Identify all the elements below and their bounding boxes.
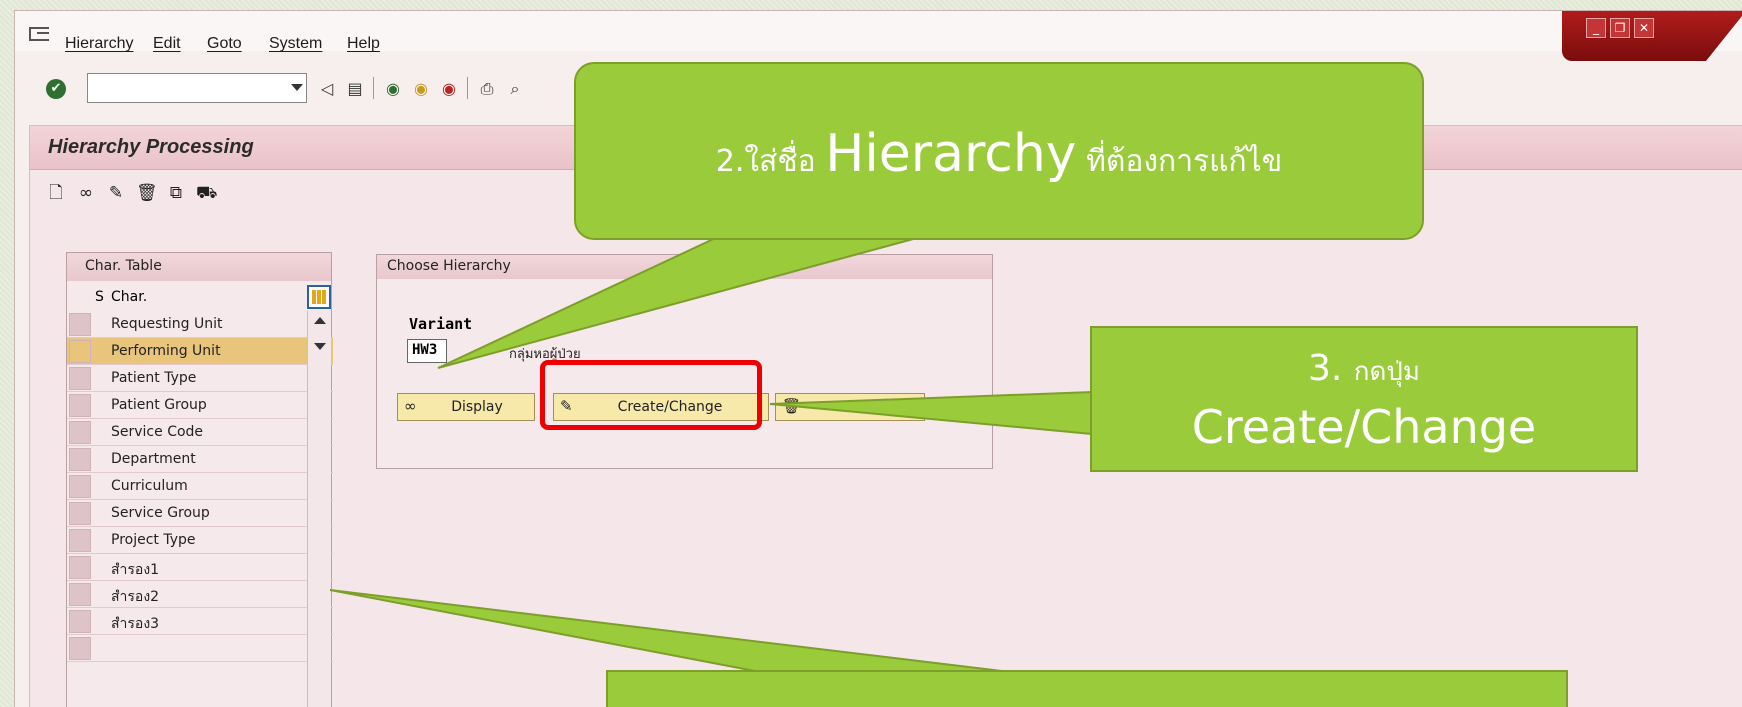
row-selector[interactable] xyxy=(69,529,91,552)
table-row[interactable]: Curriculum xyxy=(67,473,333,500)
callout-2-big: Hierarchy xyxy=(825,124,1077,184)
callout-3-line1: 3. กดปุ่ม xyxy=(1092,348,1636,392)
row-label: Department xyxy=(111,451,196,467)
menu-hierarchy[interactable]: Hierarchy xyxy=(65,35,133,53)
callout-2-post: ที่ต้องการแก้ไข xyxy=(1076,144,1283,179)
row-label: Patient Group xyxy=(111,397,207,413)
row-selector[interactable] xyxy=(69,313,91,336)
menu-bar: Hierarchy Edit Goto System Help _ ❐ ✕ xyxy=(15,11,1742,61)
window-controls: _ ❐ ✕ xyxy=(1562,11,1742,61)
transport-icon[interactable]: ⛟ xyxy=(196,182,217,204)
scroll-up-icon[interactable] xyxy=(314,317,326,324)
callout-2-pre: ใส่ชื่อ xyxy=(744,144,826,179)
exit-icon[interactable]: ◉ xyxy=(411,79,431,99)
command-field[interactable] xyxy=(87,73,307,103)
page-title: Hierarchy Processing xyxy=(48,136,254,158)
row-selector[interactable] xyxy=(69,502,91,525)
table-row[interactable]: Patient Type xyxy=(67,365,333,392)
back-arrow-icon[interactable]: ◁ xyxy=(317,79,337,99)
row-label: Performing Unit xyxy=(111,343,221,359)
back-icon[interactable]: ◉ xyxy=(383,79,403,99)
char-table-title: Char. Table xyxy=(67,253,331,281)
table-row[interactable]: Department xyxy=(67,446,333,473)
display-icon[interactable]: ∞ xyxy=(76,182,96,204)
row-label: Curriculum xyxy=(111,478,188,494)
row-selector[interactable] xyxy=(69,421,91,444)
toolbar-separator xyxy=(373,77,374,99)
menu-edit[interactable]: Edit xyxy=(153,35,181,53)
row-label: Service Code xyxy=(111,424,204,440)
variant-input[interactable]: HW3 xyxy=(407,339,447,363)
column-settings-icon[interactable] xyxy=(307,285,331,309)
cancel-icon[interactable]: ◉ xyxy=(439,79,459,99)
pencil-icon[interactable]: ✎ xyxy=(106,182,126,204)
row-label: สำรอง2 xyxy=(111,589,160,605)
new-icon[interactable]: 🗋 xyxy=(46,182,66,204)
row-selector[interactable] xyxy=(69,367,91,390)
row-label: Service Group xyxy=(111,505,210,521)
close-icon[interactable]: ✕ xyxy=(1634,18,1654,38)
callout-2-text: 2.ใส่ชื่อ Hierarchy ที่ต้องการแก้ไข xyxy=(576,124,1422,185)
choose-hierarchy-title: Choose Hierarchy xyxy=(377,255,992,279)
menu-help[interactable]: Help xyxy=(347,35,380,53)
row-selector[interactable] xyxy=(69,475,91,498)
row-label: สำรอง1 xyxy=(111,562,160,578)
table-row[interactable]: สำรอง1 xyxy=(67,554,333,581)
delete-button[interactable]: 🗑 Delete xyxy=(775,393,925,421)
menu-system[interactable]: System xyxy=(269,35,322,53)
callout-2: 2.ใส่ชื่อ Hierarchy ที่ต้องการแก้ไข xyxy=(574,62,1424,240)
row-selector[interactable] xyxy=(69,556,91,579)
table-row[interactable]: สำรอง2 xyxy=(67,581,333,608)
table-row[interactable]: Requesting Unit xyxy=(67,311,333,338)
row-label: สำรอง3 xyxy=(111,616,160,632)
copy-icon[interactable]: ⧉ xyxy=(166,182,186,204)
print-icon[interactable]: ⎙ xyxy=(477,79,497,99)
menu-icon[interactable] xyxy=(29,27,49,41)
row-label: Patient Type xyxy=(111,370,197,386)
scroll-down-icon[interactable] xyxy=(314,343,326,350)
column-char-header[interactable]: Char. xyxy=(111,289,147,305)
row-selector[interactable] xyxy=(69,610,91,633)
row-selector[interactable] xyxy=(69,394,91,417)
row-selector[interactable] xyxy=(69,583,91,606)
restore-icon[interactable]: ❐ xyxy=(1610,18,1630,38)
row-label: Project Type xyxy=(111,532,196,548)
variant-label: Variant xyxy=(409,315,473,333)
chevron-down-icon[interactable] xyxy=(291,84,303,91)
save-icon[interactable]: ▤ xyxy=(345,79,365,99)
row-selector[interactable] xyxy=(69,340,91,363)
char-table-rows: Requesting Unit Performing Unit Patient … xyxy=(67,311,333,662)
row-label: Requesting Unit xyxy=(111,316,223,332)
minimize-icon[interactable]: _ xyxy=(1586,18,1606,38)
callout-3-line2: Create/Change xyxy=(1191,400,1537,454)
column-s-header: S xyxy=(95,289,104,305)
table-row[interactable]: สำรอง3 xyxy=(67,608,333,635)
table-row[interactable]: Service Code xyxy=(67,419,333,446)
char-table: Char. Table S Char. Requesting Unit Perf… xyxy=(66,252,333,707)
char-table-column-header: S Char. xyxy=(67,285,333,309)
callout-4 xyxy=(606,670,1568,707)
menu-goto[interactable]: Goto xyxy=(207,35,242,53)
callout-3-th: กดปุ่ม xyxy=(1353,357,1421,387)
callout-2-num: 2. xyxy=(715,144,745,179)
callout-3-num: 3. xyxy=(1307,348,1354,389)
table-row[interactable]: Service Group xyxy=(67,500,333,527)
delete-button-label: Delete xyxy=(838,399,884,415)
table-row-selected[interactable]: Performing Unit xyxy=(67,338,333,365)
row-selector[interactable] xyxy=(69,637,91,660)
toolbar-separator xyxy=(467,77,468,99)
find-icon[interactable]: ⌕ xyxy=(505,79,525,99)
char-table-scrollbar[interactable] xyxy=(307,311,331,707)
table-row[interactable]: Patient Group xyxy=(67,392,333,419)
callout-3: 3. กดปุ่ม Create/Change xyxy=(1090,326,1638,472)
table-row[interactable] xyxy=(67,635,333,662)
display-button-label: Display xyxy=(451,399,503,415)
ok-icon[interactable]: ✔ xyxy=(46,79,66,99)
row-selector[interactable] xyxy=(69,448,91,471)
display-button[interactable]: ∞ Display xyxy=(397,393,535,421)
trash-icon[interactable]: 🗑 xyxy=(136,182,158,204)
highlight-box xyxy=(540,360,762,430)
table-row[interactable]: Project Type xyxy=(67,527,333,554)
